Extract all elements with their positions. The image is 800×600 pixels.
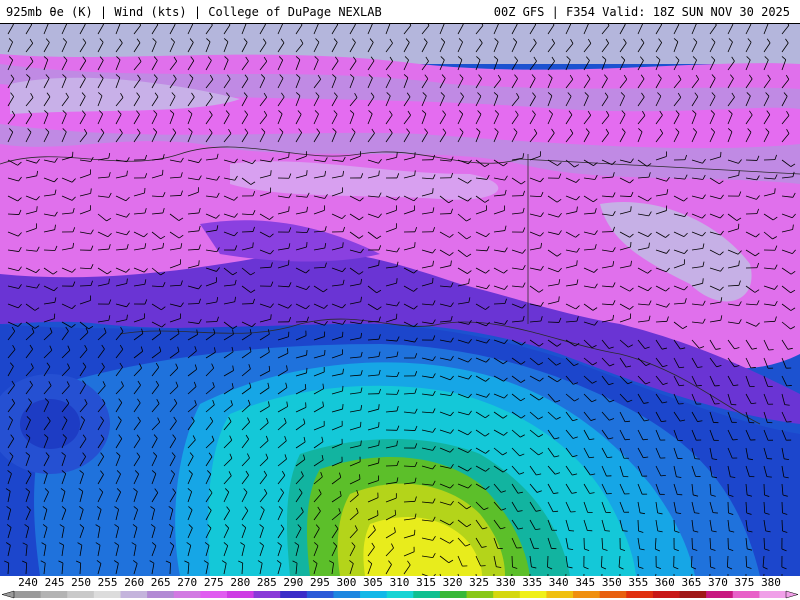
- colorbar: 240 245 250 255 260 265 270 275 280 285 290 295 300 3…: [0, 576, 800, 600]
- colorbar-label: 285: [256, 576, 277, 589]
- wind-barb-flag: [270, 170, 272, 176]
- wind-barb-flag: [784, 404, 790, 406]
- colorbar-bar: [1, 590, 799, 599]
- wind-barb: [403, 429, 416, 431]
- wind-barb-flag: [694, 458, 700, 460]
- colorbar-label: 290: [283, 576, 304, 589]
- colorbar-swatch: [519, 591, 547, 598]
- wind-barb-flag: [432, 188, 434, 194]
- wind-barb-flag: [198, 260, 200, 266]
- wind-barb-flag: [288, 206, 290, 212]
- theta-e-field: [0, 24, 800, 576]
- wind-barb-flag: [624, 438, 631, 441]
- colorbar-min-arrow: [1, 590, 15, 599]
- wind-barb-flag: [36, 206, 38, 212]
- wind-barb: [637, 519, 639, 532]
- colorbar-swatch: [226, 591, 255, 598]
- colorbar-label: 370: [707, 576, 728, 589]
- wind-barb-flag: [270, 314, 272, 320]
- wind-barb: [295, 321, 308, 323]
- wind-barb-flag: [342, 242, 344, 248]
- colorbar-label: 365: [681, 576, 702, 589]
- colorbar-swatch: [67, 591, 95, 598]
- colorbar-label: 260: [124, 576, 145, 589]
- colorbar-swatch: [626, 591, 654, 598]
- colorbar-label: 340: [548, 576, 569, 589]
- colorbar-label: 350: [601, 576, 622, 589]
- colorbar-swatch: [40, 591, 68, 598]
- wind-barb-flag: [774, 188, 776, 194]
- colorbar-label: 380: [761, 576, 781, 589]
- colorbar-max-arrow: [785, 590, 799, 599]
- colorbar-swatch: [413, 591, 441, 598]
- wind-barb: [781, 501, 783, 514]
- colorbar-swatch: [493, 591, 521, 598]
- colorbar-label: 275: [203, 576, 224, 589]
- header-title: 925mb θe (K) | Wind (kts) | College of D…: [6, 5, 382, 19]
- map-header: 925mb θe (K) | Wind (kts) | College of D…: [0, 0, 800, 24]
- colorbar-swatch: [280, 591, 308, 598]
- wind-barb-flag: [624, 420, 631, 423]
- colorbar-swatch: [360, 591, 388, 598]
- wind-barb-flag: [630, 206, 632, 212]
- wind-barb: [709, 555, 711, 568]
- colorbar-swatch: [466, 591, 494, 598]
- wind-barb-flag: [576, 260, 578, 266]
- wind-barb-flag: [288, 152, 290, 158]
- colorbar-swatch: [732, 591, 760, 598]
- colorbar-swatch: [573, 591, 601, 598]
- wind-barb: [169, 562, 171, 575]
- colorbar-label: 280: [230, 576, 251, 589]
- colorbar-swatch: [679, 591, 707, 598]
- colorbar-label: 330: [495, 576, 516, 589]
- colorbar-label: 300: [336, 576, 357, 589]
- colorbar-swatch: [546, 591, 574, 598]
- colorbar-label: 270: [177, 576, 198, 589]
- colorbar-label: 310: [389, 576, 410, 589]
- colorbar-swatch: [200, 591, 228, 598]
- colorbar-label: 345: [575, 576, 596, 589]
- colorbar-swatch: [652, 591, 681, 598]
- wind-barb-flag: [396, 278, 398, 284]
- colorbar-swatch: [706, 591, 734, 598]
- colorbar-swatch: [439, 591, 468, 598]
- colorbar-label: 360: [654, 576, 675, 589]
- header-run-info: 00Z GFS | F354 Valid: 18Z SUN NOV 30 202…: [493, 5, 790, 19]
- wind-barb: [169, 195, 182, 197]
- wind-barb: [781, 519, 783, 532]
- colorbar-swatch: [759, 591, 787, 598]
- colorbar-label: 255: [97, 576, 118, 589]
- colorbar-label: 305: [363, 576, 383, 589]
- colorbar-swatch: [306, 591, 334, 598]
- wind-barb-flag: [642, 438, 648, 441]
- colorbar-swatch: [173, 591, 201, 598]
- weather-map[interactable]: [0, 24, 800, 576]
- colorbar-swatch: [14, 591, 42, 598]
- colorbar-label: 295: [309, 576, 330, 589]
- colorbar-label: 335: [522, 576, 543, 589]
- wind-barb: [7, 213, 20, 215]
- colorbar-label: 325: [469, 576, 490, 589]
- colorbar-label: 265: [150, 576, 171, 589]
- colorbar-label: 320: [442, 576, 463, 589]
- colorbar-swatch: [93, 591, 121, 598]
- colorbar-swatch: [253, 591, 281, 598]
- wind-barb-flag: [414, 152, 416, 158]
- colorbar-swatch: [599, 591, 627, 598]
- wind-barb-flag: [378, 404, 380, 410]
- colorbar-label: 250: [71, 576, 91, 589]
- colorbar-label: 355: [628, 576, 649, 589]
- colorbar-label: 315: [416, 576, 436, 589]
- wind-barb-flag: [304, 384, 307, 390]
- colorbar-swatch: [147, 591, 175, 598]
- wind-barb: [43, 249, 56, 251]
- colorbar-label: 245: [44, 576, 65, 589]
- colorbar-labels: 240 245 250 255 260 265 270 275 280 285 290 295 300 3…: [0, 576, 800, 589]
- colorbar-swatch: [386, 591, 414, 598]
- wind-barb-flag: [378, 260, 380, 266]
- colorbar-label: 240: [18, 576, 38, 589]
- colorbar-swatch: [120, 591, 148, 598]
- colorbar-label: 375: [734, 576, 755, 589]
- colorbar-swatch: [333, 591, 361, 598]
